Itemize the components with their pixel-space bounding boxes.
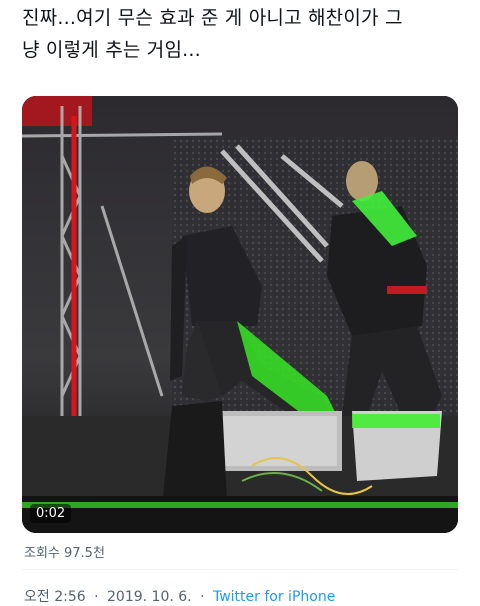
video-timestamp: 0:02 <box>30 504 72 523</box>
tweet-text: 진짜...여기 무슨 효과 준 게 아니고 해찬이가 그 냥 이렇게 추는 거임… <box>22 7 403 61</box>
tweet-metadata: 오전 2:56 · 2019. 10. 6. · Twitter for iPh… <box>24 586 335 606</box>
view-count: 조회수 97.5천 <box>24 546 105 561</box>
divider <box>22 569 458 570</box>
video-frame <box>22 96 458 533</box>
tweet-video[interactable]: 0:02 <box>22 96 458 533</box>
